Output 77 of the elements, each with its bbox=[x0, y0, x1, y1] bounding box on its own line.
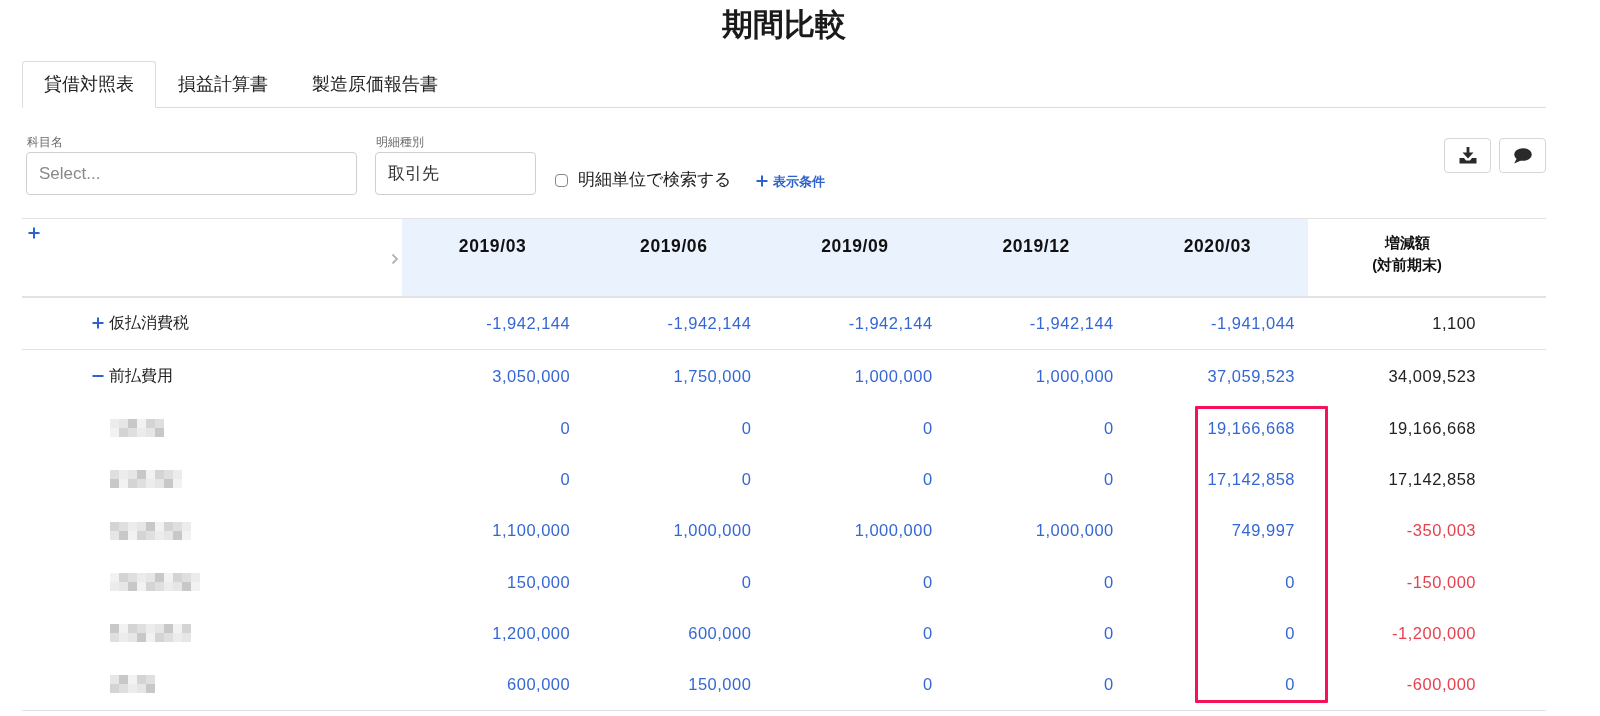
field-label: 明細種別 bbox=[376, 134, 425, 151]
amount-link[interactable]: 1,000,000 bbox=[854, 366, 933, 385]
amount-link[interactable]: 0 bbox=[922, 469, 933, 488]
amount-link[interactable]: 0 bbox=[741, 469, 752, 488]
pixelated-name-drawing bbox=[110, 675, 155, 694]
amount-link[interactable]: 0 bbox=[1104, 572, 1114, 591]
comment-icon bbox=[1513, 147, 1532, 164]
amount-link[interactable]: 0 bbox=[1285, 572, 1295, 591]
amount-link[interactable]: 1,750,000 bbox=[673, 366, 752, 385]
comment-button[interactable] bbox=[1499, 138, 1546, 173]
amount-link[interactable]: 0 bbox=[922, 572, 933, 591]
change-amount: 1,100 bbox=[1432, 313, 1476, 332]
change-amount: -1,200,000 bbox=[1392, 623, 1476, 642]
account-name: 前払費用 bbox=[109, 366, 173, 387]
amount-link[interactable]: 1,100,000 bbox=[492, 521, 571, 540]
column-header: 増減額 (対前期末) bbox=[1308, 218, 1546, 297]
download-icon bbox=[1458, 147, 1477, 164]
amount-link[interactable]: 0 bbox=[1104, 623, 1114, 642]
change-amount: -600,000 bbox=[1406, 674, 1476, 693]
amount-link[interactable]: -1,942,144 bbox=[1029, 313, 1114, 332]
amount-link[interactable]: 0 bbox=[922, 623, 933, 642]
plus-icon bbox=[756, 175, 768, 188]
amount-link[interactable]: 749,997 bbox=[1231, 521, 1295, 540]
amount-link[interactable]: -1,941,044 bbox=[1211, 313, 1295, 332]
field-label: 科目名 bbox=[27, 134, 64, 151]
amount-link[interactable]: 19,166,668 bbox=[1207, 418, 1295, 437]
detail-type-field[interactable]: 取引先 bbox=[375, 152, 536, 195]
tab[interactable]: 製造原価報告書 bbox=[290, 61, 460, 108]
column-header: 2020/03 bbox=[1126, 218, 1308, 297]
column-header: 2019/12 bbox=[945, 218, 1127, 297]
amount-link[interactable]: 0 bbox=[922, 418, 933, 437]
amount-link[interactable]: 1,000,000 bbox=[1035, 366, 1114, 385]
pixelated-name-drawing bbox=[110, 470, 182, 489]
page-title: 期間比較 bbox=[721, 6, 847, 43]
change-amount: 17,142,858 bbox=[1388, 469, 1476, 488]
tab[interactable]: 貸借対照表 bbox=[22, 61, 156, 108]
amount-link[interactable]: 0 bbox=[741, 418, 752, 437]
amount-link[interactable]: 0 bbox=[560, 469, 571, 488]
plus-icon[interactable] bbox=[28, 227, 40, 239]
amount-link[interactable]: 1,200,000 bbox=[492, 623, 571, 642]
amount-link[interactable]: -1,942,144 bbox=[486, 313, 571, 332]
amount-link[interactable]: 0 bbox=[560, 418, 571, 437]
amount-link[interactable]: 600,000 bbox=[507, 674, 571, 693]
column-header: 2019/03 bbox=[402, 218, 584, 297]
change-amount: 19,166,668 bbox=[1388, 418, 1476, 437]
amount-link[interactable]: 0 bbox=[1285, 623, 1295, 642]
amount-link[interactable]: 0 bbox=[1104, 469, 1114, 488]
account-name: 仮払消費税 bbox=[109, 313, 189, 334]
amount-link[interactable]: 150,000 bbox=[507, 572, 571, 591]
amount-link[interactable]: 3,050,000 bbox=[492, 366, 571, 385]
checkbox-label: 明細単位で検索する bbox=[578, 169, 731, 191]
amount-link[interactable]: 0 bbox=[1285, 674, 1295, 693]
pixelated-name-drawing bbox=[110, 419, 164, 438]
change-amount: 34,009,523 bbox=[1388, 366, 1476, 385]
amount-link[interactable]: 0 bbox=[1104, 418, 1114, 437]
amount-link[interactable]: 0 bbox=[1104, 674, 1114, 693]
amount-link[interactable]: 1,000,000 bbox=[673, 521, 752, 540]
amount-link[interactable]: -1,942,144 bbox=[667, 313, 752, 332]
amount-link[interactable]: 1,000,000 bbox=[1035, 521, 1114, 540]
amount-link[interactable]: 0 bbox=[741, 572, 752, 591]
account-select-field[interactable]: Select... bbox=[26, 152, 357, 195]
display-conditions-link[interactable]: 表示条件 bbox=[756, 171, 825, 191]
amount-link[interactable]: 37,059,523 bbox=[1207, 366, 1295, 385]
amount-link[interactable]: 150,000 bbox=[688, 674, 752, 693]
amount-link[interactable]: 17,142,858 bbox=[1207, 469, 1295, 488]
download-button[interactable] bbox=[1444, 138, 1491, 173]
amount-link[interactable]: -1,942,144 bbox=[848, 313, 933, 332]
amount-link[interactable]: 600,000 bbox=[688, 623, 752, 642]
checkbox[interactable] bbox=[555, 173, 568, 187]
column-header: 2019/06 bbox=[583, 218, 765, 297]
change-amount: -150,000 bbox=[1406, 572, 1476, 591]
change-amount: -350,003 bbox=[1406, 521, 1476, 540]
expand-icon[interactable] bbox=[92, 317, 104, 330]
column-header: 2019/09 bbox=[764, 218, 946, 297]
amount-link[interactable]: 0 bbox=[922, 674, 933, 693]
tab[interactable]: 損益計算書 bbox=[156, 61, 290, 108]
amount-link[interactable]: 1,000,000 bbox=[854, 521, 933, 540]
